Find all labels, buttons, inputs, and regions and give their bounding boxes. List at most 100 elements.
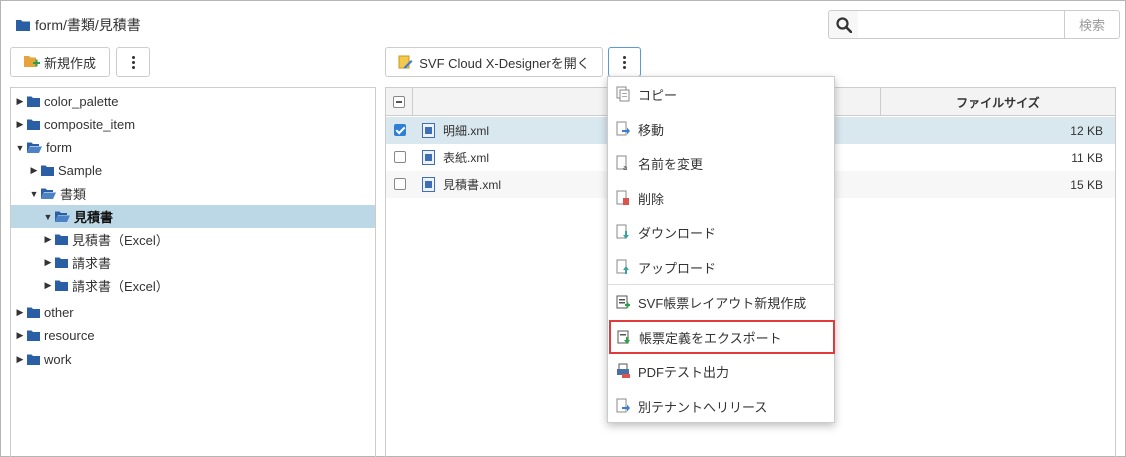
menu-item-rename[interactable]: a 名前を変更 <box>608 146 834 180</box>
new-layout-icon <box>616 295 630 309</box>
file-name: 明細.xml <box>443 124 489 138</box>
menu-item-copy[interactable]: コピー <box>608 77 834 111</box>
select-all-checkbox[interactable] <box>393 96 405 108</box>
folder-icon <box>27 96 40 107</box>
tree-item-other[interactable]: ▶ other <box>11 301 375 324</box>
tree-item-resource[interactable]: ▶ resource <box>11 324 375 347</box>
pdf-icon <box>617 363 630 378</box>
search-button[interactable] <box>828 10 859 39</box>
menu-item-download[interactable]: ダウンロード <box>608 215 834 249</box>
menu-item-label: 削除 <box>638 191 665 207</box>
tree-item-documents[interactable]: ▼ 書類 <box>11 182 375 205</box>
tree-item-quotation[interactable]: ▼ 見積書 <box>11 205 375 228</box>
menu-item-pdf-test[interactable]: PDFテスト出力 <box>608 354 834 388</box>
open-folder-icon <box>55 211 70 222</box>
menu-item-export-definition[interactable]: 帳票定義をエクスポート <box>609 320 835 354</box>
breadcrumb: form/書類/見積書 <box>16 16 141 34</box>
open-designer-button[interactable]: SVF Cloud X-Designerを開く <box>385 47 603 77</box>
caret-down-icon[interactable]: ▼ <box>29 189 39 199</box>
folder-icon <box>16 20 30 31</box>
tree-item-composite-item[interactable]: ▶ composite_item <box>11 113 375 136</box>
caret-right-icon[interactable]: ▶ <box>15 307 25 318</box>
export-icon <box>617 330 630 344</box>
select-all-cell <box>386 88 413 116</box>
menu-item-label: 別テナントへリリース <box>638 399 768 415</box>
menu-item-move[interactable]: 移動 <box>608 112 834 146</box>
tree-item-label: 見積書 <box>74 210 114 225</box>
tree-item-label: work <box>44 352 72 367</box>
new-create-button[interactable]: 新規作成 <box>10 47 110 77</box>
tree-item-label: color_palette <box>44 94 119 109</box>
breadcrumb-path: form/書類/見積書 <box>35 17 141 33</box>
row-checkbox[interactable] <box>394 124 406 136</box>
file-size: 11 KB <box>1071 150 1103 165</box>
caret-down-icon[interactable]: ▼ <box>43 212 53 222</box>
caret-right-icon[interactable]: ▶ <box>15 330 25 341</box>
tree-more-button[interactable] <box>116 47 150 77</box>
folder-icon <box>27 307 40 318</box>
tree-item-label: 書類 <box>60 187 87 202</box>
caret-right-icon[interactable]: ▶ <box>15 96 25 107</box>
tree-item-form[interactable]: ▼ form <box>11 136 375 159</box>
new-create-label: 新規作成 <box>43 55 96 71</box>
xml-file-icon <box>422 123 435 138</box>
menu-item-label: 移動 <box>638 122 665 138</box>
tree-item-color-palette[interactable]: ▶ color_palette <box>11 90 375 113</box>
caret-right-icon[interactable]: ▶ <box>43 234 53 245</box>
caret-down-icon[interactable]: ▼ <box>15 143 25 153</box>
kebab-icon <box>131 55 135 69</box>
tree-item-label: form <box>46 140 72 155</box>
caret-right-icon[interactable]: ▶ <box>15 119 25 130</box>
open-folder-icon <box>41 188 56 199</box>
tree-item-invoice[interactable]: ▶ 請求書 <box>11 251 375 274</box>
tree-item-work[interactable]: ▶ work <box>11 348 375 371</box>
upload-icon <box>616 259 629 274</box>
xml-file-icon <box>422 177 435 192</box>
folder-icon <box>27 354 40 365</box>
xml-file-icon <box>422 150 435 165</box>
svg-text:a: a <box>623 164 627 171</box>
menu-item-label: PDFテスト出力 <box>638 364 730 380</box>
row-checkbox[interactable] <box>394 151 406 163</box>
file-name: 見積書.xml <box>443 178 501 192</box>
menu-item-upload[interactable]: アップロード <box>608 250 834 284</box>
search-input[interactable] <box>858 10 1065 39</box>
move-icon <box>616 121 630 136</box>
tree-item-label: other <box>44 305 74 320</box>
caret-right-icon[interactable]: ▶ <box>43 257 53 268</box>
menu-item-label: ダウンロード <box>638 225 717 241</box>
search-submit-button[interactable]: 検索 <box>1065 10 1120 39</box>
column-header-size[interactable]: ファイルサイズ <box>881 88 1115 116</box>
tree-item-label: 請求書 <box>72 256 112 271</box>
row-checkbox[interactable] <box>394 178 406 190</box>
tree-item-label: composite_item <box>44 117 136 132</box>
menu-item-new-layout[interactable]: SVF帳票レイアウト新規作成 <box>608 285 834 319</box>
tree-item-sample[interactable]: ▶ Sample <box>11 159 375 182</box>
menu-item-release[interactable]: 別テナントへリリース <box>608 389 834 423</box>
download-icon <box>616 224 629 239</box>
delete-icon <box>616 190 629 205</box>
file-size: 15 KB <box>1070 177 1103 192</box>
menu-item-label: アップロード <box>638 260 717 276</box>
copy-icon <box>616 86 630 102</box>
tree-item-quotation-excel[interactable]: ▶ 見積書（Excel） <box>11 228 375 251</box>
tree-item-label: 請求書（Excel） <box>72 279 169 294</box>
search-submit-label: 検索 <box>1078 18 1105 33</box>
menu-item-delete[interactable]: 削除 <box>608 181 834 215</box>
file-name-cell: 表紙.xml <box>422 144 489 171</box>
open-designer-label: SVF Cloud X-Designerを開く <box>419 55 590 71</box>
folder-icon <box>41 165 54 176</box>
folder-icon <box>55 280 68 291</box>
file-more-button[interactable] <box>608 47 641 77</box>
caret-right-icon[interactable]: ▶ <box>43 280 53 291</box>
file-size: 12 KB <box>1070 123 1103 138</box>
designer-icon <box>398 55 413 68</box>
tree-item-label: 見積書（Excel） <box>72 233 169 248</box>
open-folder-icon <box>27 142 42 153</box>
tree-item-invoice-excel[interactable]: ▶ 請求書（Excel） <box>11 274 375 297</box>
menu-item-label: コピー <box>638 87 678 103</box>
caret-right-icon[interactable]: ▶ <box>15 354 25 365</box>
folder-icon <box>27 119 40 130</box>
context-menu: コピー 移動 a 名前を変更 削除 ダウンロード アップロード SVF帳票レイア… <box>607 76 835 423</box>
caret-right-icon[interactable]: ▶ <box>29 165 39 176</box>
